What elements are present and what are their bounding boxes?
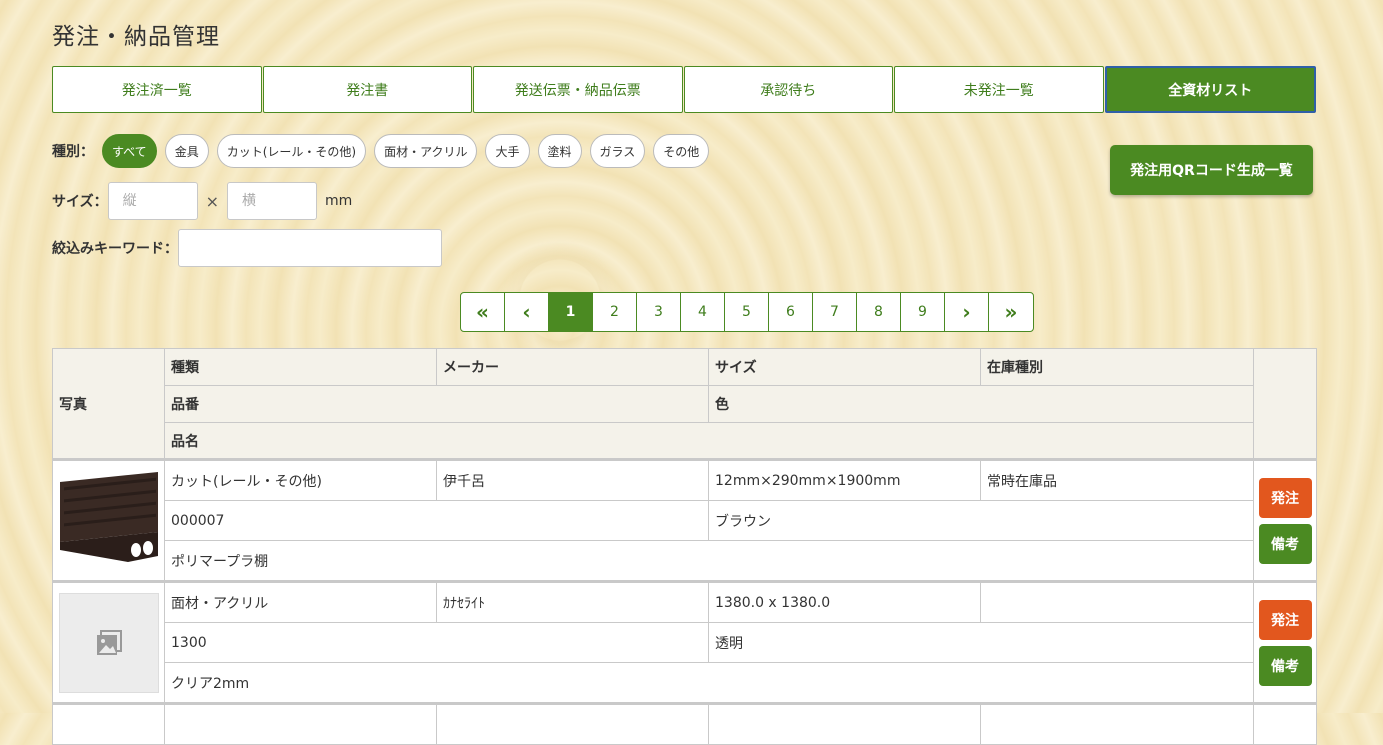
page-button-9[interactable]: 9 [901, 293, 945, 331]
cell-stock [980, 702, 1254, 745]
size-filter: サイズ： × mm [52, 182, 352, 220]
page-button-3[interactable]: 3 [637, 293, 681, 331]
type-filter-label: 種別： [52, 144, 94, 160]
cell-size: 12mm×290mm×1900mm [708, 458, 981, 501]
header-maker: メーカー [436, 348, 709, 386]
header-code: 品番 [164, 385, 709, 423]
action-cell: 発注 備考 [1253, 458, 1317, 582]
keyword-input[interactable] [178, 229, 442, 267]
type-chip-cut[interactable]: カット(レール・その他) [216, 134, 367, 168]
photo-placeholder[interactable] [58, 592, 159, 693]
header-type: 種類 [164, 348, 437, 386]
note-button[interactable]: 備考 [1258, 523, 1312, 564]
tab-order-form[interactable]: 発注書 [262, 66, 472, 113]
action-cell [1253, 702, 1317, 745]
type-chip-hardware[interactable]: 金具 [164, 134, 209, 168]
tab-ordered-list[interactable]: 発注済一覧 [52, 66, 262, 113]
cell-name: クリア2mm [164, 662, 1254, 704]
page-button-7[interactable]: 7 [813, 293, 857, 331]
type-chip-major[interactable]: 大手 [485, 134, 530, 168]
header-size: サイズ [708, 348, 981, 386]
times-sign: × [205, 191, 219, 211]
header-stock: 在庫種別 [980, 348, 1254, 386]
type-chip-all[interactable]: すべて [102, 134, 157, 168]
cell-stock [980, 580, 1254, 623]
page-title: 発注・納品管理 [52, 24, 220, 50]
cell-maker: 伊千呂 [436, 458, 709, 501]
header-actions [1253, 348, 1317, 460]
order-button[interactable]: 発注 [1258, 477, 1312, 518]
cell-size [708, 702, 981, 745]
cell-type: 面材・アクリル [164, 580, 437, 623]
tab-bar: 発注済一覧 発注書 発送伝票・納品伝票 承認待ち 未発注一覧 全資材リスト [52, 66, 1316, 113]
size-unit: mm [325, 193, 353, 209]
cell-name: ポリマープラ棚 [164, 540, 1254, 582]
page-first-button[interactable]: « [461, 293, 505, 331]
cell-code: 1300 [164, 622, 709, 663]
page-button-6[interactable]: 6 [769, 293, 813, 331]
photo-cell [52, 580, 165, 704]
order-button[interactable]: 発注 [1258, 599, 1312, 640]
image-placeholder-icon [96, 629, 122, 655]
action-cell: 発注 備考 [1253, 580, 1317, 704]
header-photo: 写真 [52, 348, 165, 460]
note-button[interactable]: 備考 [1258, 645, 1312, 686]
page-button-4[interactable]: 4 [681, 293, 725, 331]
cell-type [164, 702, 437, 745]
page-button-8[interactable]: 8 [857, 293, 901, 331]
cell-stock: 常時在庫品 [980, 458, 1254, 501]
type-chip-paint[interactable]: 塗料 [537, 134, 582, 168]
page-button-2[interactable]: 2 [593, 293, 637, 331]
table-row: ポリマープラ棚 [53, 540, 1317, 582]
tab-all-materials[interactable]: 全資材リスト [1104, 66, 1316, 113]
type-chip-panel-acrylic[interactable]: 面材・アクリル [374, 134, 478, 168]
product-photo[interactable] [57, 469, 160, 572]
tab-pending-approval[interactable]: 承認待ち [683, 66, 893, 113]
tab-shipping-slips[interactable]: 発送伝票・納品伝票 [473, 66, 683, 113]
page-next-button[interactable]: › [945, 293, 989, 331]
keyword-label: 絞込みキーワード： [52, 241, 178, 257]
table-row [52, 702, 1317, 745]
header-color: 色 [708, 385, 1254, 423]
table-row: クリア2mm [53, 662, 1317, 704]
cell-color: 透明 [708, 622, 1254, 663]
table-row: 面材・アクリル ｶﾅｾﾗｲﾄ 1380.0 x 1380.0 発注 備考 [52, 580, 1317, 704]
cell-maker [436, 702, 709, 745]
page-button-5[interactable]: 5 [725, 293, 769, 331]
photo-cell [52, 458, 165, 582]
header-name: 品名 [164, 422, 1254, 461]
qr-code-list-button[interactable]: 発注用QRコード生成一覧 [1110, 145, 1313, 195]
table-row: 000007 ブラウン [53, 500, 1317, 541]
table-row: カット(レール・その他) 伊千呂 12mm×290mm×1900mm 常時在庫品… [52, 458, 1317, 582]
materials-table: 写真 種類 メーカー サイズ 在庫種別 品番 色 品名 カット(レール・その他)… [52, 348, 1317, 745]
cell-size: 1380.0 x 1380.0 [708, 580, 981, 623]
cell-code: 000007 [164, 500, 709, 541]
cell-type: カット(レール・その他) [164, 458, 437, 501]
pagination: « ‹ 1 2 3 4 5 6 7 8 9 › » [460, 292, 1034, 332]
page-prev-button[interactable]: ‹ [505, 293, 549, 331]
cell-maker: ｶﾅｾﾗｲﾄ [436, 580, 709, 623]
size-filter-label: サイズ： [52, 194, 108, 210]
type-chip-other[interactable]: その他 [653, 134, 710, 168]
page-last-button[interactable]: » [989, 293, 1033, 331]
width-input[interactable] [227, 182, 317, 220]
type-chip-glass[interactable]: ガラス [589, 134, 646, 168]
type-filter: 種別： すべて 金具 カット(レール・その他) 面材・アクリル 大手 塗料 ガラ… [52, 134, 710, 168]
table-row: 1300 透明 [53, 622, 1317, 663]
page-button-1[interactable]: 1 [549, 293, 593, 331]
tab-unordered-list[interactable]: 未発注一覧 [894, 66, 1104, 113]
cell-color: ブラウン [708, 500, 1254, 541]
keyword-filter: 絞込みキーワード： [52, 229, 442, 267]
height-input[interactable] [107, 182, 198, 220]
photo-cell [52, 702, 165, 745]
